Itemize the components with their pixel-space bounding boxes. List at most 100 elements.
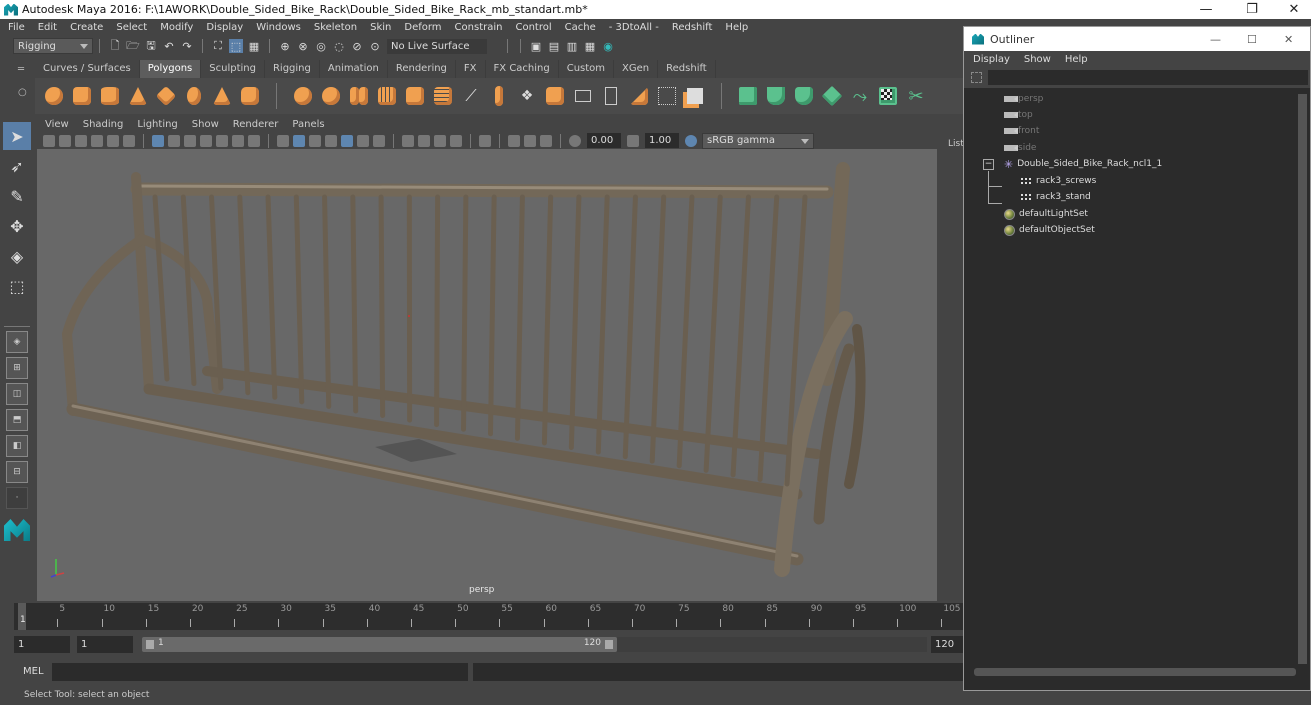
tab-custom[interactable]: Custom	[559, 60, 615, 78]
poly-cube-icon[interactable]	[71, 85, 93, 107]
list-label[interactable]: List	[948, 139, 964, 149]
hypershade-icon[interactable]: ◉	[601, 39, 615, 53]
poly-plane-icon[interactable]	[155, 85, 177, 107]
tab-xgen[interactable]: XGen	[614, 60, 659, 78]
snap-curve-icon[interactable]: ⊗	[296, 39, 310, 53]
command-language-label[interactable]: MEL	[23, 666, 44, 677]
tab-animation[interactable]: Animation	[320, 60, 388, 78]
start-time-field[interactable]: 1	[14, 636, 70, 653]
snap-view-plane-icon[interactable]: ⊘	[350, 39, 364, 53]
exposure-field[interactable]: 0.00	[587, 133, 621, 148]
combine-icon[interactable]	[292, 85, 314, 107]
safe-action-icon[interactable]	[232, 134, 244, 147]
redo-icon[interactable]: ↷	[180, 39, 194, 53]
panel-menu-show[interactable]: Show	[192, 119, 219, 130]
textured-icon[interactable]	[341, 134, 353, 147]
time-slider[interactable]: 1 5 10 15 20 25 30 35 40 45 50 55 60 65 70 75 80 85 90 95 1…	[14, 603, 964, 630]
color-management-icon[interactable]	[685, 134, 697, 147]
extrude-icon[interactable]: ❖	[516, 85, 538, 107]
2d-pan-zoom-icon[interactable]	[107, 134, 119, 147]
xray-icon[interactable]	[508, 134, 520, 147]
tab-rendering[interactable]: Rendering	[388, 60, 456, 78]
uv-editor-icon[interactable]	[877, 85, 899, 107]
exposure-icon[interactable]	[569, 134, 581, 147]
panel-menu-renderer[interactable]: Renderer	[233, 119, 279, 130]
range-slider-start-handle[interactable]	[146, 640, 154, 649]
bevel-icon[interactable]	[432, 85, 454, 107]
make-live-icon[interactable]: ⊙	[368, 39, 382, 53]
shadows-icon[interactable]	[373, 134, 385, 147]
poly-cylinder-icon[interactable]	[99, 85, 121, 107]
menu-windows[interactable]: Windows	[256, 22, 301, 33]
append-icon[interactable]	[544, 85, 566, 107]
outliner-item-persp[interactable]: persp	[1004, 91, 1043, 107]
single-perspective-layout-icon[interactable]: ◈	[6, 331, 28, 353]
menu-create[interactable]: Create	[70, 22, 103, 33]
isolate-select-icon[interactable]	[479, 134, 491, 147]
xray-joints-icon[interactable]	[524, 134, 536, 147]
outliner-item-default-object-set[interactable]: defaultObjectSet	[1004, 222, 1095, 238]
screen-space-ao-icon[interactable]	[402, 134, 414, 147]
gamma-icon[interactable]	[627, 134, 639, 147]
minimize-button[interactable]: —	[1186, 0, 1226, 19]
view-transform-dropdown[interactable]: sRGB gamma	[702, 132, 814, 149]
poly-sphere-icon[interactable]	[43, 85, 65, 107]
shelf-options-icon[interactable]: ○	[18, 87, 34, 98]
grid-icon[interactable]	[152, 134, 164, 147]
fill-hole-icon[interactable]	[572, 85, 594, 107]
outliner-maximize-button[interactable]: ☐	[1247, 33, 1257, 46]
panel-menu-panels[interactable]: Panels	[292, 119, 324, 130]
outliner-menu-help[interactable]: Help	[1065, 54, 1088, 65]
menu-display[interactable]: Display	[206, 22, 243, 33]
render-frame-icon[interactable]: ▤	[547, 39, 561, 53]
render-view-icon[interactable]: ▦	[583, 39, 597, 53]
cylindrical-uv-icon[interactable]	[765, 85, 787, 107]
smooth-shade-icon[interactable]	[293, 134, 305, 147]
ipr-render-icon[interactable]: ▥	[565, 39, 579, 53]
tab-sculpting[interactable]: Sculpting	[201, 60, 265, 78]
menu-skin[interactable]: Skin	[370, 22, 391, 33]
undo-icon[interactable]: ↶	[162, 39, 176, 53]
menu-file[interactable]: File	[8, 22, 25, 33]
wireframe-on-shaded-icon[interactable]	[325, 134, 337, 147]
spherical-uv-icon[interactable]	[793, 85, 815, 107]
outliner-minimize-button[interactable]: —	[1210, 33, 1221, 46]
range-slider-end-handle[interactable]	[605, 640, 613, 649]
panel-menu-shading[interactable]: Shading	[83, 119, 124, 130]
tab-redshift[interactable]: Redshift	[658, 60, 716, 78]
paint-select-icon[interactable]: ✎	[3, 182, 31, 210]
close-button[interactable]: ✕	[1274, 0, 1311, 19]
menu-help[interactable]: Help	[725, 22, 748, 33]
rotate-tool-icon[interactable]: ◈	[3, 242, 31, 270]
menu-redshift[interactable]: Redshift	[672, 22, 713, 33]
scale-tool-icon[interactable]: ⬚	[3, 272, 31, 300]
outliner-menu-display[interactable]: Display	[973, 54, 1010, 65]
side-by-side-layout-icon[interactable]: ◫	[6, 383, 28, 405]
outliner-vertical-scrollbar[interactable]	[1298, 94, 1307, 664]
poly-pipe-icon[interactable]	[239, 85, 261, 107]
persp-graph-layout-icon[interactable]: ⬒	[6, 409, 28, 431]
cut-uv-icon[interactable]: ✂	[905, 85, 927, 107]
snap-point-icon[interactable]: ◎	[314, 39, 328, 53]
outliner-item-rack3-stand[interactable]: rack3_stand	[1020, 189, 1091, 205]
bridge-icon[interactable]: ⟋	[460, 85, 482, 107]
menu-modify[interactable]: Modify	[160, 22, 193, 33]
extract-icon[interactable]	[348, 85, 370, 107]
command-input[interactable]	[52, 663, 468, 681]
outliner-item-rack3-screws[interactable]: rack3_screws	[1020, 173, 1096, 189]
perspective-viewport[interactable]: persp	[37, 149, 937, 601]
outliner-menu-show[interactable]: Show	[1024, 54, 1051, 65]
poly-cone-icon[interactable]	[127, 85, 149, 107]
outliner-item-default-light-set[interactable]: defaultLightSet	[1004, 206, 1088, 222]
tab-fx-caching[interactable]: FX Caching	[486, 60, 559, 78]
wireframe-icon[interactable]	[277, 134, 289, 147]
select-hierarchy-icon[interactable]: ⛶	[211, 39, 225, 53]
automatic-uv-icon[interactable]	[821, 85, 843, 107]
select-component-icon[interactable]: ▦	[247, 39, 261, 53]
four-view-layout-icon[interactable]: ⊞	[6, 357, 28, 379]
smooth-icon[interactable]	[376, 85, 398, 107]
xray-components-icon[interactable]	[540, 134, 552, 147]
tab-rigging[interactable]: Rigging	[265, 60, 320, 78]
menu-edit[interactable]: Edit	[38, 22, 57, 33]
menu-deform[interactable]: Deform	[404, 22, 441, 33]
